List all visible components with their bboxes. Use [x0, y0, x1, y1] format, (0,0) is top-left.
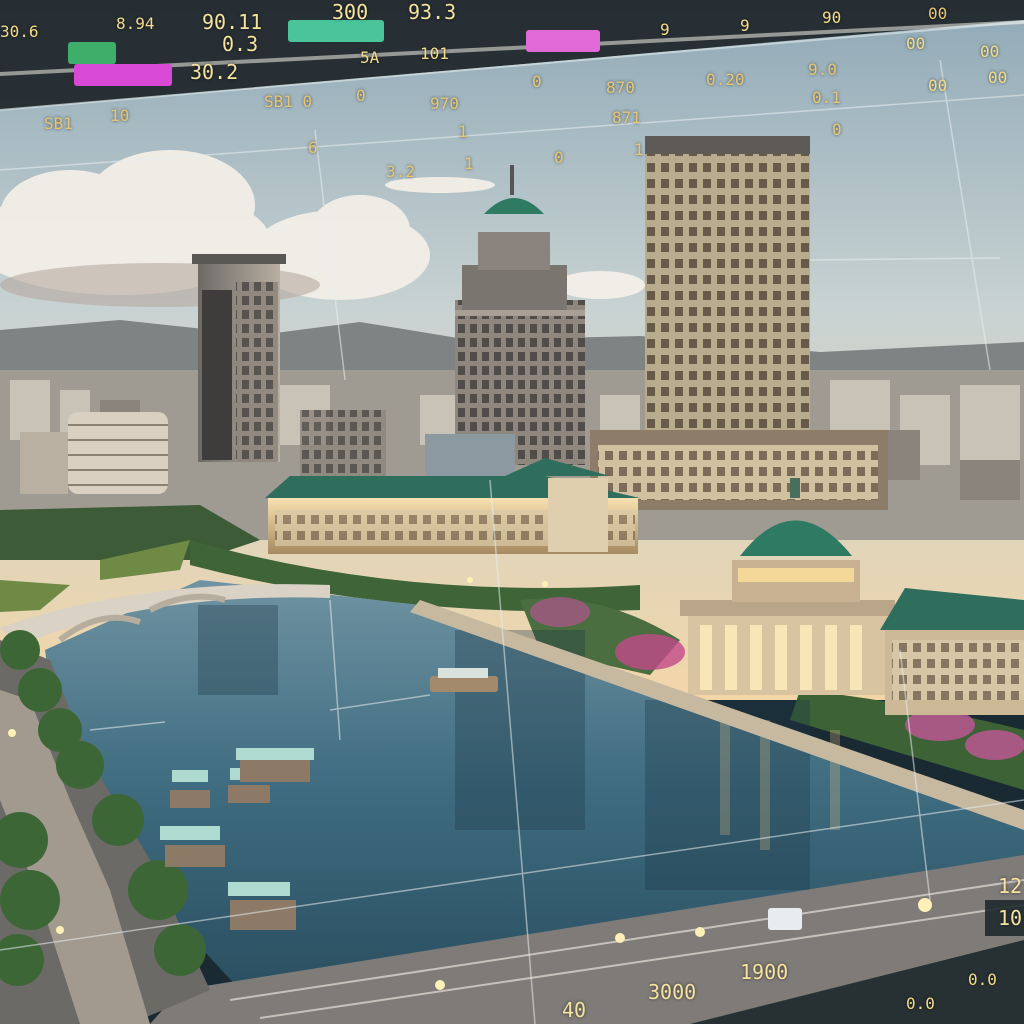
hud-top-label: 101: [420, 44, 449, 63]
hud-top-label: 5A: [360, 48, 380, 67]
hud-bottom-label: 0.0: [906, 994, 935, 1013]
hud-top-label: 90: [822, 8, 842, 27]
hud-mid-label: 0: [532, 72, 542, 91]
hud-mid-label: 0: [356, 86, 366, 105]
hud-mid-label: 1: [634, 140, 644, 159]
scene-illustration: [0, 0, 1024, 1024]
hud-bottom-label: 3000: [648, 980, 697, 1004]
hud-bottom-label: 10: [998, 906, 1023, 930]
hud-top-label: 00: [906, 34, 926, 53]
hud-mid-label: 00: [928, 4, 948, 23]
hud-top-label: 00: [980, 42, 1000, 61]
hud-top-label: 30.6: [0, 22, 39, 41]
hud-bottom-label: 12: [998, 874, 1023, 898]
hud-top-label: 9: [740, 16, 750, 35]
hud-top-label: 0.3: [222, 32, 259, 56]
hud-top-label: 90.11: [202, 10, 263, 34]
hud-bottom-label: 0.0: [968, 970, 997, 989]
hud-chip-magenta: [74, 64, 172, 86]
hud-chip-pink: [526, 30, 600, 52]
left-tower: [192, 254, 286, 462]
hud-bottom-label: 1900: [740, 960, 789, 984]
hud-mid-label: 1: [464, 154, 474, 173]
hud-top-label: 9: [660, 20, 670, 39]
hud-bottom-label: 40: [562, 998, 587, 1022]
hud-mid-label: 970: [430, 94, 459, 113]
hud-top-label: 30.2: [190, 60, 239, 84]
hud-mid-label: 870: [606, 78, 635, 97]
hud-chip-green: [68, 42, 116, 64]
hud-mid-label: 0: [832, 120, 842, 139]
hud-top-label: 8.94: [116, 14, 155, 33]
vehicle: [768, 908, 802, 930]
hud-mid-label: 0.20: [706, 70, 745, 89]
hud-mid-label: 0: [554, 148, 564, 167]
hud-mid-label: SB1 0: [264, 92, 313, 111]
hud-mid-label: SB1: [44, 114, 73, 133]
hud-mid-label: 6: [308, 138, 318, 157]
hud-mid-label: 3.2: [386, 162, 415, 181]
hud-top-label: 00: [928, 76, 948, 95]
hud-mid-label: 9.0: [808, 60, 837, 79]
hud-top-label: 93.3: [408, 0, 457, 24]
city-river-scene: 30.6 8.94 90.11 0.3 300 93.3 30.2 5A 101…: [0, 0, 1024, 1024]
hud-top-label: 00: [988, 68, 1008, 87]
hud-mid-label: 871: [612, 108, 641, 127]
hud-mid-label: 1: [458, 122, 468, 141]
right-building: [880, 588, 1024, 715]
hud-mid-label: 10: [110, 106, 130, 125]
hud-top-label: 300: [332, 0, 369, 24]
hud-mid-label: 0.1: [812, 88, 841, 107]
